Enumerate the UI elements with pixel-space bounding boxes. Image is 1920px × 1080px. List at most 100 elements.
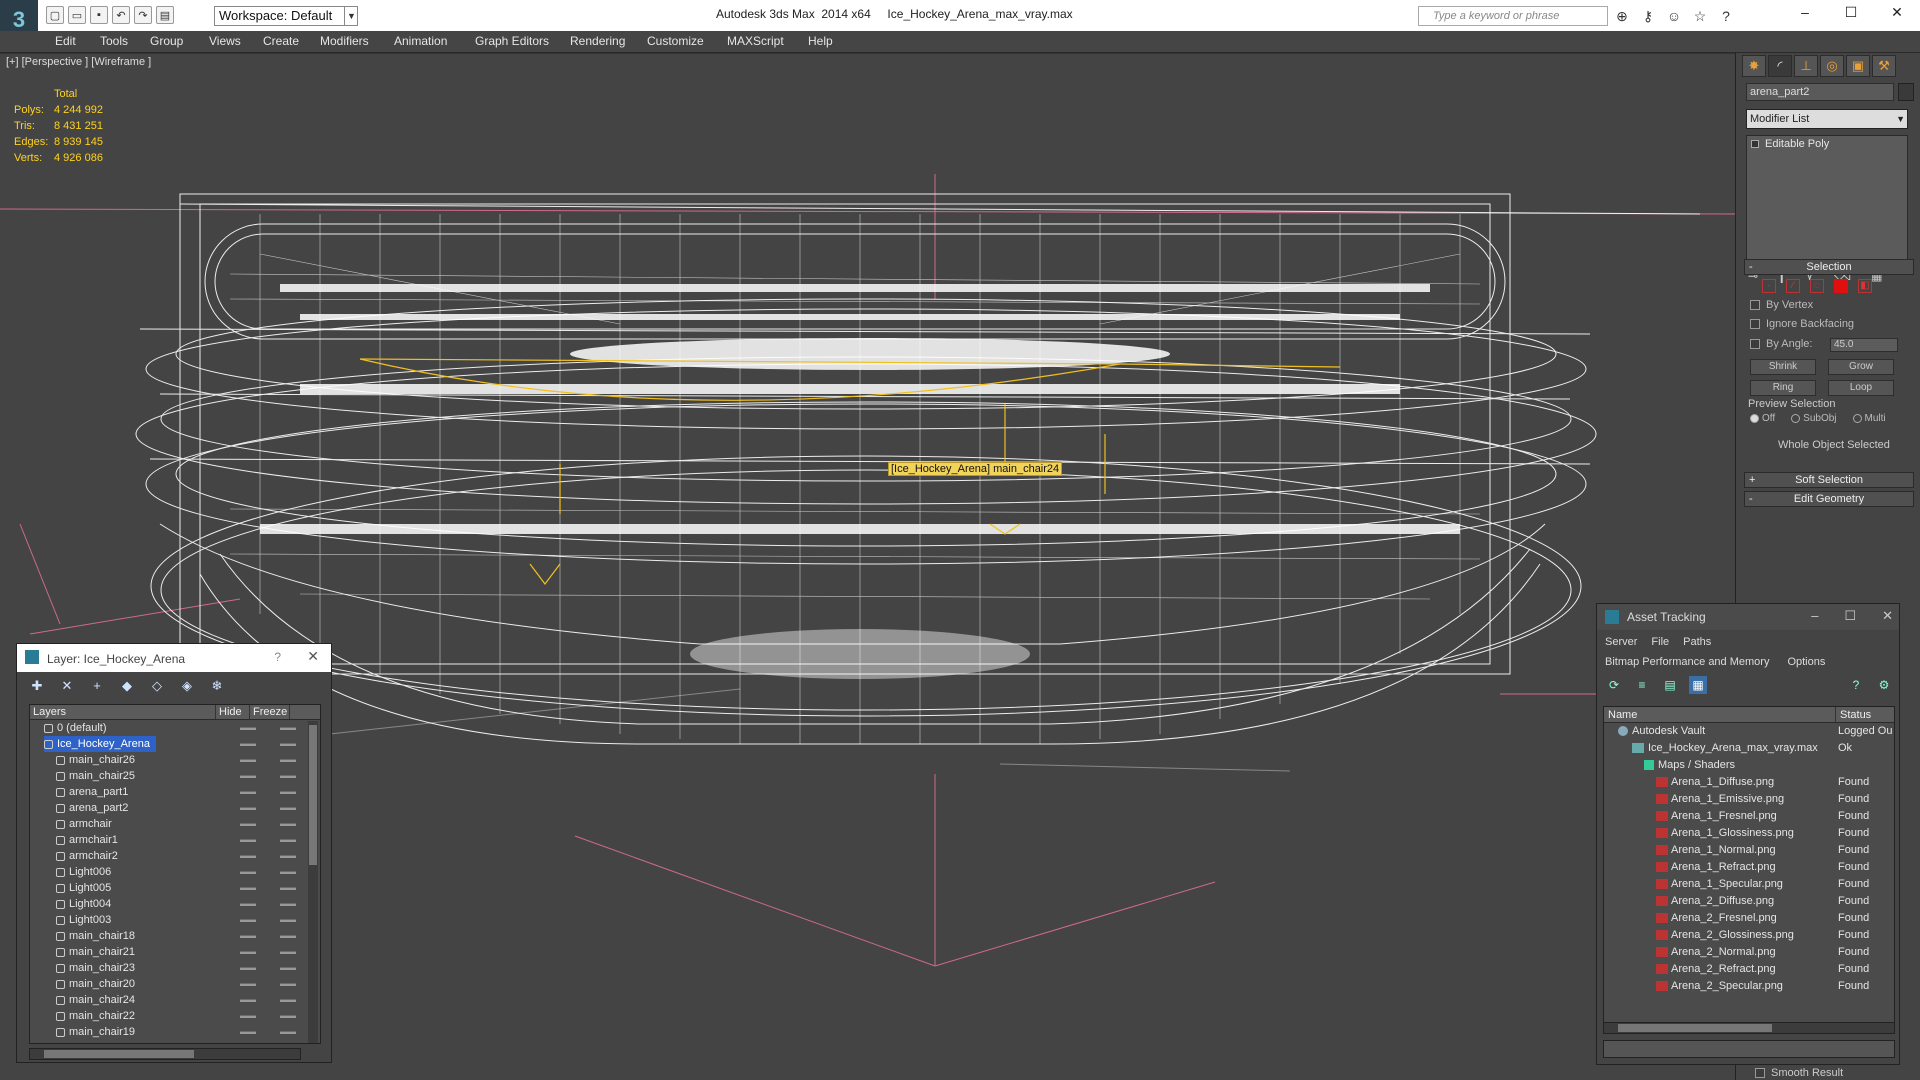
freeze-toggle[interactable]: ▬▬	[280, 800, 296, 816]
freeze-toggle[interactable]: ▬▬	[280, 736, 296, 752]
menu-animation[interactable]: Animation	[394, 34, 447, 48]
edge-icon[interactable]: ⁄	[1786, 279, 1800, 293]
freeze-toggle[interactable]: ▬▬	[280, 896, 296, 912]
hide-toggle[interactable]: ▬▬	[240, 1008, 256, 1024]
freeze-toggle[interactable]: ▬▬	[280, 960, 296, 976]
layer-row[interactable]: main_chair18 ▬▬ ▬▬	[30, 928, 320, 944]
hide-toggle[interactable]: ▬▬	[240, 832, 256, 848]
hide-toggle[interactable]: ▬▬	[240, 912, 256, 928]
modify-icon[interactable]: ◜	[1768, 55, 1792, 77]
hide-toggle[interactable]: ▬▬	[240, 864, 256, 880]
freeze-toggle[interactable]: ▬▬	[280, 768, 296, 784]
hide-toggle[interactable]: ▬▬	[240, 1024, 256, 1040]
close-button[interactable]: ✕	[307, 648, 319, 665]
hide-column-header[interactable]: Hide	[216, 705, 250, 719]
freeze-toggle[interactable]: ▬▬	[280, 864, 296, 880]
star-icon[interactable]: ☆	[1690, 6, 1710, 26]
asset-row[interactable]: Arena_1_Refract.png Found	[1604, 859, 1894, 876]
expand-icon[interactable]	[1751, 140, 1759, 148]
freeze-toggle[interactable]: ▬▬	[280, 848, 296, 864]
hide-toggle[interactable]: ▬▬	[240, 944, 256, 960]
layer-vertical-scrollbar[interactable]	[308, 721, 318, 1043]
layer-row[interactable]: Ice_Hockey_Arena ▬▬ ▬▬	[30, 736, 320, 752]
delete-layer-icon[interactable]: ✕	[57, 676, 77, 696]
display-icon[interactable]: ▣	[1846, 55, 1870, 77]
freeze-toggle[interactable]: ▬▬	[280, 720, 296, 736]
asset-row[interactable]: Ice_Hockey_Arena_max_vray.max Ok	[1604, 740, 1894, 757]
asset-row[interactable]: Arena_1_Normal.png Found	[1604, 842, 1894, 859]
menu-group[interactable]: Group	[150, 34, 183, 48]
freeze-toggle[interactable]: ▬▬	[280, 880, 296, 896]
layer-row[interactable]: main_chair25 ▬▬ ▬▬	[30, 768, 320, 784]
layer-row-name[interactable]: main_chair22	[56, 1008, 141, 1024]
layer-row[interactable]: main_chair24 ▬▬ ▬▬	[30, 992, 320, 1008]
menu-options[interactable]: Options	[1787, 656, 1825, 668]
hide-all-icon[interactable]: ◈	[177, 676, 197, 696]
asset-row[interactable]: Arena_1_Diffuse.png Found	[1604, 774, 1894, 791]
element-icon[interactable]: ◧	[1858, 279, 1872, 293]
menu-customize[interactable]: Customize	[647, 34, 704, 48]
ignore-backfacing-row[interactable]: Ignore Backfacing	[1750, 318, 1854, 330]
freeze-toggle[interactable]: ▬▬	[280, 1024, 296, 1040]
search-input[interactable]: Type a keyword or phrase	[1418, 6, 1608, 26]
asset-row[interactable]: Arena_2_Glossiness.png Found	[1604, 927, 1894, 944]
layer-row[interactable]: main_chair19 ▬▬ ▬▬	[30, 1024, 320, 1040]
layer-row-name[interactable]: main_chair23	[56, 960, 141, 976]
selection-rollout-header[interactable]: - Selection	[1744, 259, 1914, 275]
layer-row[interactable]: arena_part2 ▬▬ ▬▬	[30, 800, 320, 816]
hide-toggle[interactable]: ▬▬	[240, 784, 256, 800]
hide-toggle[interactable]: ▬▬	[240, 848, 256, 864]
maximize-button[interactable]: ☐	[1828, 0, 1874, 26]
asset-row[interactable]: Arena_1_Fresnel.png Found	[1604, 808, 1894, 825]
shrink-button[interactable]: Shrink	[1750, 359, 1816, 375]
layer-row-name[interactable]: main_chair19	[56, 1024, 141, 1040]
new-file-icon[interactable]: ▢	[46, 6, 64, 24]
person-icon[interactable]: ☺	[1664, 6, 1684, 26]
redo-icon[interactable]: ↷	[134, 6, 152, 24]
asset-row[interactable]: Arena_2_Refract.png Found	[1604, 961, 1894, 978]
preview-multi-radio[interactable]: Multi	[1852, 413, 1886, 424]
viewport-label[interactable]: [+] [Perspective ] [Wireframe ]	[6, 56, 151, 68]
create-icon[interactable]: ✸	[1742, 55, 1766, 77]
menu-create[interactable]: Create	[263, 34, 299, 48]
help-button[interactable]: ?	[274, 650, 281, 664]
layer-row-name[interactable]: main_chair25	[56, 768, 141, 784]
open-folder-icon[interactable]: ▭	[68, 6, 86, 24]
menu-help[interactable]: Help	[808, 34, 833, 48]
menu-edit[interactable]: Edit	[55, 34, 76, 48]
freeze-toggle[interactable]: ▬▬	[280, 832, 296, 848]
freeze-toggle[interactable]: ▬▬	[280, 752, 296, 768]
hide-toggle[interactable]: ▬▬	[240, 816, 256, 832]
asset-row[interactable]: Arena_1_Specular.png Found	[1604, 876, 1894, 893]
layer-row-name[interactable]: Ice_Hockey_Arena	[44, 736, 156, 752]
object-color-swatch[interactable]	[1898, 83, 1914, 101]
layer-row-name[interactable]: Light003	[56, 912, 117, 928]
angle-spinner[interactable]: 45.0	[1830, 338, 1898, 352]
layer-row-name[interactable]: armchair2	[56, 848, 124, 864]
hide-toggle[interactable]: ▬▬	[240, 976, 256, 992]
select-objects-icon[interactable]: ◆	[117, 676, 137, 696]
binoculars-icon[interactable]: ⊕	[1612, 6, 1632, 26]
modifier-list-dropdown[interactable]: Modifier List ▼	[1746, 109, 1908, 129]
edit-geometry-rollout-header[interactable]: - Edit Geometry	[1744, 491, 1914, 507]
layer-row-name[interactable]: main_chair24	[56, 992, 141, 1008]
asset-row[interactable]: Arena_2_Diffuse.png Found	[1604, 893, 1894, 910]
list-view-icon[interactable]: ≡	[1633, 676, 1651, 694]
utilities-icon[interactable]: ⚒	[1872, 55, 1896, 77]
ignore-backfacing-checkbox[interactable]	[1750, 319, 1760, 329]
hide-toggle[interactable]: ▬▬	[240, 928, 256, 944]
layer-row-name[interactable]: main_chair21	[56, 944, 141, 960]
refresh-icon[interactable]: ⟳	[1605, 676, 1623, 694]
asset-tracking-titlebar[interactable]: Asset Tracking – ☐ ✕	[1597, 604, 1899, 630]
preview-off-radio[interactable]: Off	[1750, 413, 1775, 424]
settings-icon[interactable]: ⚙	[1875, 676, 1893, 694]
layer-row[interactable]: armchair2 ▬▬ ▬▬	[30, 848, 320, 864]
layer-row[interactable]: main_chair22 ▬▬ ▬▬	[30, 1008, 320, 1024]
freeze-toggle[interactable]: ▬▬	[280, 784, 296, 800]
layer-row[interactable]: main_chair20 ▬▬ ▬▬	[30, 976, 320, 992]
vertex-icon[interactable]: ·	[1762, 279, 1776, 293]
hide-toggle[interactable]: ▬▬	[240, 752, 256, 768]
hide-toggle[interactable]: ▬▬	[240, 736, 256, 752]
layer-row[interactable]: Light005 ▬▬ ▬▬	[30, 880, 320, 896]
create-layer-icon[interactable]: ✚	[27, 676, 47, 696]
